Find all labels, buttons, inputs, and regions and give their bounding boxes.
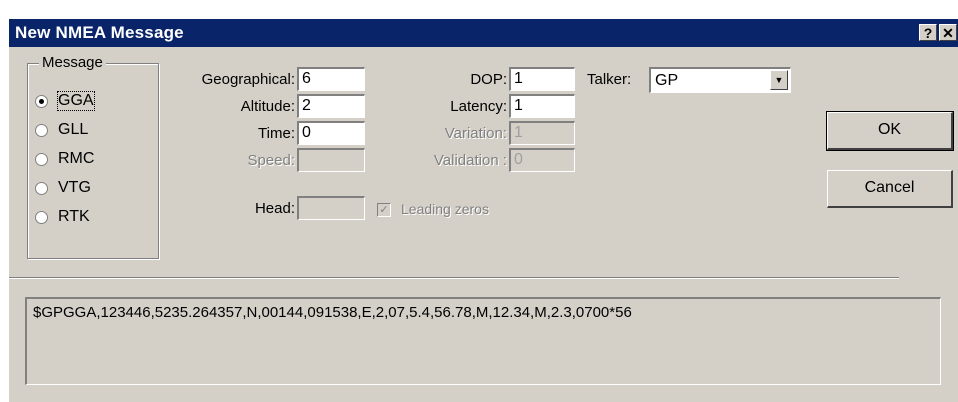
radio-icon <box>35 181 48 195</box>
leading-zeros-checkbox: ✓ <box>377 203 391 217</box>
leading-zeros-label: Leading zeros <box>401 201 489 217</box>
chevron-down-icon[interactable]: ▼ <box>770 70 788 90</box>
help-button[interactable]: ? <box>919 24 937 41</box>
latency-label: Latency: <box>450 98 507 115</box>
radio-rmc[interactable]: RMC <box>35 148 94 170</box>
time-field[interactable]: 0 <box>297 121 365 145</box>
cancel-button[interactable]: Cancel <box>827 170 953 208</box>
radio-rtk[interactable]: RTK <box>35 206 90 228</box>
radio-gll[interactable]: GLL <box>35 119 88 141</box>
geographical-label: Geographical: <box>201 71 295 88</box>
altitude-label: Altitude: <box>240 98 295 115</box>
talker-value: GP <box>655 72 679 89</box>
window-title: New NMEA Message <box>15 23 184 42</box>
speed-label: Speed: <box>247 152 295 169</box>
nmea-sentence: $GPGGA,123446,5235.264357,N,00144,091538… <box>33 304 632 321</box>
dop-field[interactable]: 1 <box>509 67 575 91</box>
radio-label: GGA <box>57 91 95 111</box>
head-label: Head: <box>254 200 295 217</box>
radio-icon <box>35 210 48 224</box>
radio-icon <box>35 152 48 166</box>
altitude-field[interactable]: 2 <box>297 94 365 118</box>
title-bar[interactable]: New NMEA Message ? ✕ <box>9 19 958 47</box>
latency-field[interactable]: 1 <box>509 94 575 118</box>
variation-label: Variation: <box>444 125 507 142</box>
dop-label: DOP: <box>470 71 507 88</box>
message-group-label: Message <box>39 54 106 71</box>
validation-label: Validation : <box>433 152 507 169</box>
head-field <box>297 196 365 220</box>
geographical-field[interactable]: 6 <box>297 67 365 91</box>
radio-icon <box>35 123 48 137</box>
radio-vtg[interactable]: VTG <box>35 177 91 199</box>
talker-select[interactable]: GP ▼ <box>649 67 791 93</box>
ok-button[interactable]: OK <box>826 111 954 151</box>
radio-label: VTG <box>58 179 91 196</box>
new-nmea-message-dialog: New NMEA Message ? ✕ Message GGA GLL RMC… <box>8 18 958 402</box>
talker-label: Talker: <box>587 71 632 88</box>
radio-gga[interactable]: GGA <box>35 90 95 112</box>
radio-selected-icon <box>35 94 48 108</box>
separator <box>9 277 899 279</box>
speed-field <box>297 148 365 172</box>
radio-label: GLL <box>58 121 89 138</box>
close-icon[interactable]: ✕ <box>939 24 957 41</box>
nmea-output-text[interactable]: $GPGGA,123446,5235.264357,N,00144,091538… <box>25 297 941 385</box>
validation-field: 0 <box>509 148 575 172</box>
radio-label: RMC <box>58 150 95 167</box>
time-label: Time: <box>258 125 295 142</box>
variation-field: 1 <box>509 121 575 145</box>
radio-label: RTK <box>58 208 90 225</box>
